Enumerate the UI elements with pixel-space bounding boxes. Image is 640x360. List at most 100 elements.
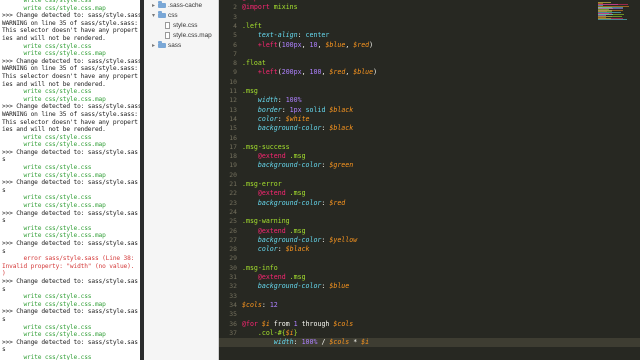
code-line[interactable]: .float bbox=[242, 59, 266, 68]
code-token: background-color bbox=[257, 235, 322, 244]
terminal-write-line: write css/style.css.map bbox=[2, 202, 106, 210]
code-line[interactable]: +left(200px, 100, $red, $blue) bbox=[242, 68, 377, 77]
code-token: through bbox=[297, 319, 334, 328]
tree-folder-sass[interactable]: ▸ sass bbox=[152, 41, 181, 51]
code-token: text-align bbox=[257, 31, 298, 40]
code-line[interactable]: .msg-error bbox=[242, 180, 282, 189]
code-line[interactable]: background-color: $red bbox=[242, 199, 345, 208]
code-line[interactable]: background-color: $green bbox=[242, 161, 353, 170]
line-number: 37 bbox=[229, 328, 237, 337]
code-token: from bbox=[269, 319, 294, 328]
code-token: background-color bbox=[257, 124, 322, 133]
terminal-line: This selector doesn't have any propert bbox=[2, 27, 138, 35]
code-token: 100 bbox=[309, 68, 322, 77]
code-token: .float bbox=[242, 59, 266, 68]
code-token: $cols bbox=[333, 319, 354, 328]
code-line[interactable]: @extend .msg bbox=[242, 227, 306, 236]
code-token: @for bbox=[242, 319, 258, 328]
terminal-write-line: write css/style.css bbox=[2, 353, 92, 360]
code-token: $cols bbox=[329, 338, 350, 347]
minimap[interactable] bbox=[592, 0, 640, 20]
code-token: 1px bbox=[289, 105, 302, 114]
code-token: width bbox=[257, 96, 278, 105]
code-line[interactable]: .msg-success bbox=[242, 143, 290, 152]
code-line[interactable]: background-color: $blue bbox=[242, 282, 349, 291]
code-line[interactable]: $cols: 12 bbox=[242, 301, 278, 310]
code-line[interactable]: @for $i from 1 through $cols bbox=[242, 320, 353, 329]
code-token: $black bbox=[285, 245, 310, 254]
terminal-line: >>> Change detected to: sass/style.sas bbox=[2, 338, 138, 346]
code-line[interactable]: .msg-warning bbox=[242, 217, 290, 226]
line-number: 26 bbox=[229, 226, 237, 235]
code-editor[interactable]: 1234567891011121314151617181920212223242… bbox=[219, 0, 640, 360]
code-line[interactable]: +left(100px, 10, $blue, $red) bbox=[242, 41, 373, 50]
line-number: 28 bbox=[229, 245, 237, 254]
line-number: 6 bbox=[233, 40, 237, 49]
line-number: 21 bbox=[229, 180, 237, 188]
tree-file-style-css[interactable]: style.css bbox=[165, 21, 198, 31]
code-token: : bbox=[277, 96, 286, 105]
code-line[interactable]: color: $white bbox=[242, 115, 310, 124]
code-token: .msg bbox=[289, 226, 306, 235]
code-line[interactable]: text-align: center bbox=[242, 31, 329, 40]
code-line[interactable]: .col-#{$i} bbox=[242, 329, 298, 338]
code-line[interactable]: background-color: $yellow bbox=[242, 236, 357, 245]
code-token: $i bbox=[285, 328, 294, 337]
terminal-pane[interactable]: write css/style.css write css/style.css.… bbox=[0, 0, 140, 360]
terminal-write-line: write css/style.css bbox=[2, 88, 92, 96]
code-line[interactable]: @extend .msg bbox=[242, 273, 306, 282]
code-token: ) bbox=[369, 40, 374, 49]
terminal-write-line: write css/style.css bbox=[2, 293, 92, 301]
code-line[interactable]: @extend .msg bbox=[242, 189, 306, 198]
code-line[interactable]: width: 100% / $cols * $i bbox=[242, 338, 369, 347]
line-number: 4 bbox=[233, 21, 237, 30]
terminal-line: s bbox=[2, 285, 6, 293]
code-token: +left bbox=[257, 40, 278, 49]
line-number: 27 bbox=[229, 235, 237, 244]
line-number-gutter: 1234567891011121314151617181920212223242… bbox=[219, 0, 239, 360]
code-line[interactable]: .msg bbox=[242, 87, 258, 96]
line-number: 7 bbox=[233, 49, 237, 58]
tree-folder-css[interactable]: ▾ css bbox=[152, 11, 178, 21]
code-token: $yellow bbox=[329, 235, 358, 244]
terminal-line: >>> Change detected to: sass/style.sass bbox=[2, 57, 140, 65]
code-line[interactable]: width: 100% bbox=[242, 96, 302, 105]
terminal-line: s bbox=[2, 247, 6, 255]
terminal-error-line: ) bbox=[2, 270, 6, 278]
code-line[interactable]: color: $black bbox=[242, 245, 310, 254]
line-number: 10 bbox=[229, 77, 237, 86]
terminal-line: >>> Change detected to: sass/style.sas bbox=[2, 148, 138, 156]
code-line[interactable]: border: 1px solid $black bbox=[242, 106, 353, 115]
code-line[interactable]: background-color: $black bbox=[242, 124, 353, 133]
code-token: 100% bbox=[285, 96, 302, 105]
line-number: 20 bbox=[229, 170, 237, 179]
terminal-line: >>> Change detected to: sass/style.sas bbox=[2, 277, 138, 285]
folder-icon bbox=[158, 41, 166, 48]
terminal-write-line: write css/style.css.map bbox=[2, 300, 106, 308]
code-token: 100px bbox=[281, 40, 302, 49]
code-token: border bbox=[257, 105, 282, 114]
code-line[interactable]: @import mixins bbox=[242, 3, 298, 12]
code-token: @extend bbox=[257, 226, 286, 235]
code-token: $blue bbox=[325, 40, 346, 49]
tree-item-label: css bbox=[168, 12, 178, 19]
line-number: 29 bbox=[229, 254, 237, 263]
code-token: @extend bbox=[257, 273, 286, 281]
tree-item-label: .sass-cache bbox=[168, 2, 203, 9]
line-number: 5 bbox=[233, 31, 237, 40]
code-token: +left bbox=[257, 68, 278, 77]
tree-file-style-css-map[interactable]: style.css.map bbox=[165, 31, 212, 41]
code-line[interactable]: @extend .msg bbox=[242, 152, 306, 161]
folder-icon bbox=[158, 11, 166, 18]
code-line[interactable]: .msg-info bbox=[242, 264, 278, 273]
line-number: 3 bbox=[233, 12, 237, 21]
code-line[interactable]: .left bbox=[242, 22, 262, 31]
code-token: 10 bbox=[309, 40, 318, 49]
line-number: 16 bbox=[229, 133, 237, 142]
tree-folder-sass-cache[interactable]: ▸ .sass-cache bbox=[152, 1, 202, 11]
code-token: .col-#{ bbox=[257, 328, 286, 337]
